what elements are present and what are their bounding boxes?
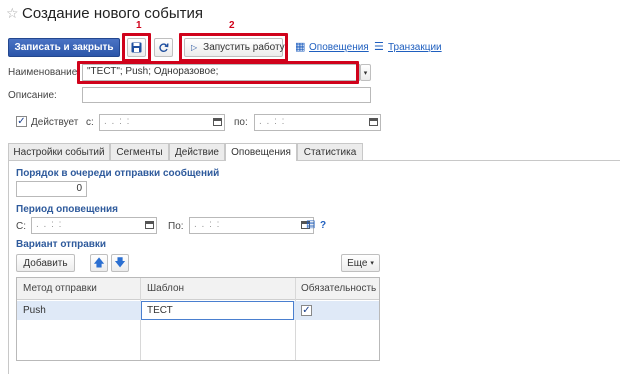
annotation-number-2: 2 [229,20,235,31]
transactions-link[interactable]: Транзакции [388,42,442,53]
active-to-label: по: [234,117,248,128]
queue-order-title: Порядок в очереди отправки сообщений [16,168,220,179]
annotation-box-name [77,61,359,84]
column-header-template[interactable]: Шаблон [147,283,184,294]
send-variant-title: Вариант отправки [16,239,107,250]
annotation-box-run [179,33,288,62]
table-header: Метод отправки Шаблон Обязательность [17,278,379,300]
table-row[interactable]: Push ТЕСТ ✓ [17,301,379,320]
tab-statistics[interactable]: Статистика [297,143,363,161]
calendar-icon[interactable] [369,118,378,126]
period-to-label: По: [168,221,184,232]
tab-panel-border [8,161,9,374]
description-field[interactable] [82,87,371,103]
favorite-star-icon[interactable]: ☆ [6,5,19,22]
transactions-icon[interactable]: ☰ [374,40,384,53]
notifications-link[interactable]: Оповещения [309,42,369,53]
active-from-date-field[interactable]: . . : : [99,114,225,131]
period-to-date-field[interactable]: . . : : [189,217,314,234]
chat-icon[interactable]: ▤ [306,219,315,230]
period-from-label: С: [16,221,26,232]
notification-period-title: Период оповещения [16,204,118,215]
tabs-divider [8,160,620,161]
calendar-icon[interactable] [145,221,154,229]
send-variants-table: Метод отправки Шаблон Обязательность Pus… [16,277,380,361]
tab-event-settings[interactable]: Настройки событий [8,143,110,161]
active-tab-connector [226,159,296,162]
active-to-date-field[interactable]: . . : : [254,114,381,131]
save-and-close-button[interactable]: Записать и закрыть [8,38,120,57]
page-title: Создание нового события [22,5,203,22]
calendar-icon[interactable] [213,118,222,126]
move-up-button[interactable]: 🡅 [90,254,108,272]
description-label: Описание: [8,90,57,101]
cell-method[interactable]: Push [23,305,46,316]
cell-template-editor[interactable]: ТЕСТ [141,301,294,320]
active-label: Действует [31,117,79,128]
refresh-button[interactable] [154,38,173,57]
refresh-icon [159,43,169,52]
more-button[interactable]: Еще ▾ [341,254,380,272]
arrow-down-icon: 🡇 [114,256,126,269]
period-from-date-field[interactable]: . . : : [31,217,157,234]
column-header-method[interactable]: Метод отправки [23,283,97,294]
tab-segments[interactable]: Сегменты [110,143,169,161]
notifications-icon[interactable]: ▦ [295,40,305,53]
required-checkbox[interactable]: ✓ [301,305,312,316]
chevron-down-icon: ▾ [363,69,368,77]
help-icon[interactable]: ? [320,220,326,231]
more-label: Еще [347,257,368,269]
active-checkbox[interactable]: ✓ [16,116,27,127]
tab-action[interactable]: Действие [169,143,225,161]
arrow-up-icon: 🡅 [93,256,105,269]
annotation-box-save [122,33,151,62]
name-label: Наименование: [8,67,81,78]
queue-order-field[interactable]: 0 [16,181,87,197]
name-dropdown-button[interactable]: ▾ [360,64,371,81]
move-down-button[interactable]: 🡇 [111,254,129,272]
annotation-number-1: 1 [136,20,142,31]
column-header-required[interactable]: Обязательность [301,283,376,294]
add-button[interactable]: Добавить [16,254,75,272]
active-from-label: с: [86,117,94,128]
chevron-down-icon: ▾ [370,260,374,267]
